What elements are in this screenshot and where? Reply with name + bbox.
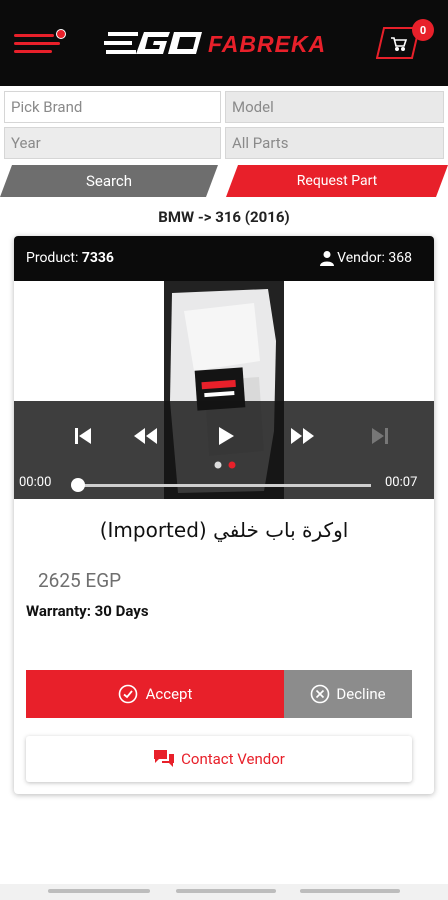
product-label: Product: [26, 250, 79, 266]
bottom-nav-indicator [300, 889, 400, 893]
product-price: 2625 EGP [38, 569, 122, 592]
chat-icon [154, 750, 175, 767]
carousel-indicator [214, 461, 236, 469]
menu-bar [14, 50, 52, 53]
user-icon [320, 251, 335, 266]
skip-next-icon[interactable] [364, 421, 394, 451]
product-warranty: Warranty: 30 Days [26, 602, 149, 620]
request-part-button[interactable]: Request Part [226, 165, 448, 197]
request-part-label: Request Part [296, 173, 378, 189]
media-carousel[interactable]: 00:00 00:07 [14, 281, 434, 499]
product-card: Product: 7336 Vendor: 368 00:00 00:07 او… [14, 236, 434, 794]
seek-handle[interactable] [71, 478, 85, 492]
rewind-icon[interactable] [130, 421, 160, 451]
bottom-nav-indicator [48, 889, 150, 893]
carousel-dot [214, 461, 222, 469]
check-circle-icon [118, 684, 137, 704]
product-title: اوكرة باب خلفي (Imported) [99, 518, 349, 542]
fast-forward-icon[interactable] [288, 421, 318, 451]
search-button[interactable]: Search [0, 165, 218, 197]
video-controls: 00:00 00:07 [14, 401, 434, 499]
seek-bar[interactable] [78, 484, 371, 487]
cart-count-badge: 0 [412, 19, 434, 41]
menu-button[interactable] [14, 29, 66, 56]
card-header: Product: 7336 Vendor: 368 [14, 236, 434, 281]
search-button-label: Search [85, 172, 133, 190]
contact-vendor-button[interactable]: Contact Vendor [26, 736, 412, 782]
vendor-label: Vendor: 368 [337, 250, 412, 266]
notification-dot-icon [56, 29, 66, 39]
carousel-dot-active [228, 461, 236, 469]
ego-fabreka-logo: FABREKA [104, 31, 326, 57]
product-info: Product: 7336 [26, 250, 114, 266]
product-id: 7336 [81, 250, 114, 266]
cart-icon [391, 37, 408, 51]
skip-previous-icon[interactable] [69, 421, 99, 451]
close-circle-icon [311, 684, 330, 704]
breadcrumb: BMW -> 316 (2016) [158, 208, 290, 226]
contact-vendor-label: Contact Vendor [181, 750, 285, 768]
accept-label: Accept [145, 685, 193, 703]
duration: 00:07 [385, 475, 418, 490]
decline-label: Decline [336, 685, 386, 703]
current-time: 00:00 [19, 475, 52, 490]
model-select[interactable]: Model [225, 91, 444, 123]
accept-button[interactable]: Accept [26, 670, 284, 718]
parts-select[interactable]: All Parts [225, 127, 444, 159]
menu-bar [14, 42, 60, 45]
decline-button[interactable]: Decline [284, 670, 412, 718]
year-select[interactable]: Year [4, 127, 221, 159]
vendor-info: Vendor: 368 [320, 250, 412, 266]
play-icon[interactable] [210, 421, 240, 451]
app-header: FABREKA 0 [0, 0, 448, 86]
menu-bar [14, 34, 54, 37]
brand-select[interactable]: Pick Brand [4, 91, 221, 123]
logo-text: FABREKA [208, 31, 326, 57]
bottom-nav-indicator [176, 889, 276, 893]
